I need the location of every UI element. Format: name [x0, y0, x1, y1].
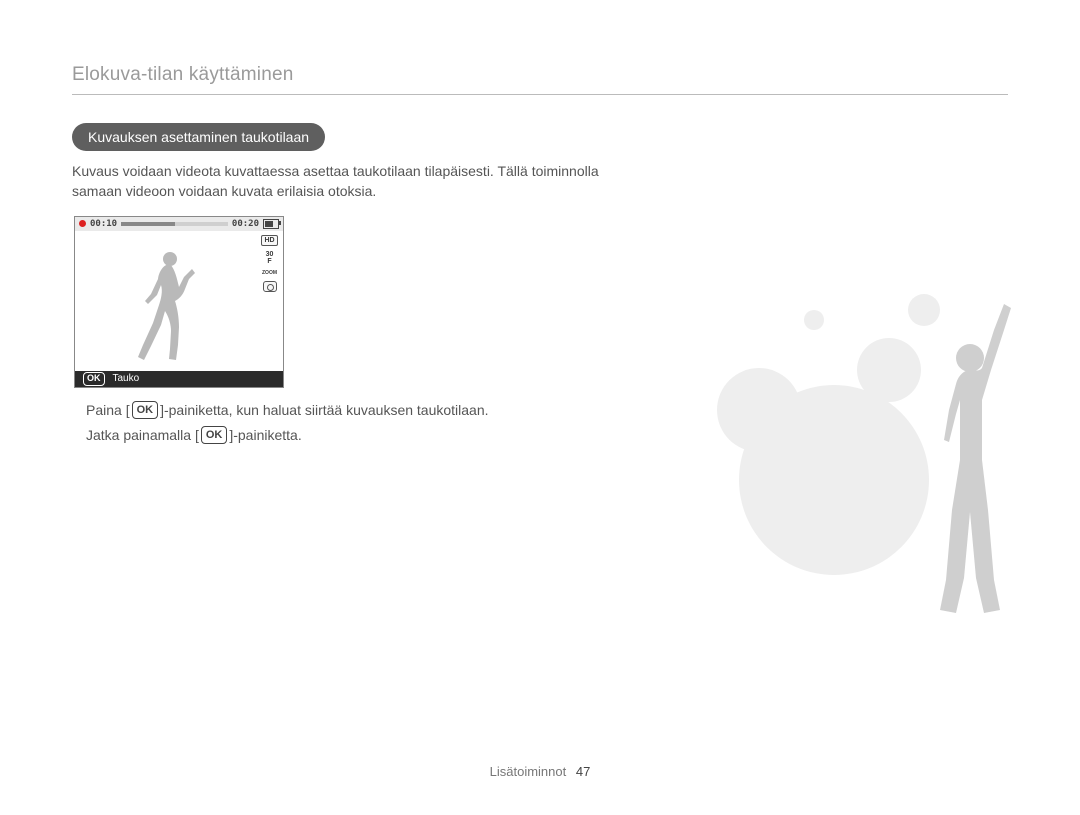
bullet-icon	[72, 432, 78, 438]
page-footer: Lisätoiminnot 47	[0, 764, 1080, 779]
footer-section-label: Lisätoiminnot	[490, 764, 567, 779]
record-dot-icon	[79, 220, 86, 227]
battery-icon	[263, 219, 279, 229]
camera-icon	[263, 281, 277, 292]
dancer-silhouette-icon	[131, 249, 201, 364]
screen-body: HD 30 F ZOOM	[75, 231, 283, 371]
progress-bar	[121, 222, 228, 226]
battery-fill	[265, 221, 273, 227]
title-rule	[72, 94, 1008, 95]
zoom-icon: ZOOM	[260, 270, 279, 277]
instruction-text-part: ]-painiketta, kun haluat siirtää kuvauks…	[160, 400, 488, 421]
fps-icon: 30 F	[264, 250, 276, 266]
hd-icon: HD	[261, 235, 277, 246]
section-heading-pill: Kuvauksen asettaminen taukotilaan	[72, 123, 325, 151]
page-number: 47	[576, 764, 590, 779]
left-column: Kuvauksen asettaminen taukotilaan Kuvaus…	[72, 123, 642, 446]
camera-screen-illustration: 00:10 00:20 HD 30 F ZOOM	[74, 216, 284, 388]
instruction-text-part: ]-painiketta.	[229, 425, 301, 446]
total-time: 00:20	[232, 219, 259, 229]
ok-icon: OK	[83, 372, 105, 386]
instruction-item: Jatka painamalla [ OK ]-painiketta.	[72, 425, 642, 446]
elapsed-time: 00:10	[90, 219, 117, 229]
instruction-text-part: Paina [	[86, 400, 130, 421]
screen-bottombar: OK Tauko	[75, 371, 283, 387]
pause-label: Tauko	[113, 373, 140, 384]
screen-side-icons: HD 30 F ZOOM	[260, 235, 279, 292]
ok-icon: OK	[132, 401, 159, 419]
progress-fill	[121, 222, 174, 226]
instruction-list: Paina [ OK ]-painiketta, kun haluat siir…	[72, 400, 642, 446]
decorative-artwork	[664, 250, 1044, 650]
ok-icon: OK	[201, 426, 228, 444]
page-title: Elokuva-tilan käyttäminen	[72, 64, 1008, 86]
page: Elokuva-tilan käyttäminen Kuvauksen aset…	[0, 0, 1080, 815]
section-paragraph: Kuvaus voidaan videota kuvattaessa asett…	[72, 161, 642, 202]
instruction-text-part: Jatka painamalla [	[86, 425, 199, 446]
bullet-icon	[72, 407, 78, 413]
screen-topbar: 00:10 00:20	[75, 217, 283, 231]
instruction-item: Paina [ OK ]-painiketta, kun haluat siir…	[72, 400, 642, 421]
